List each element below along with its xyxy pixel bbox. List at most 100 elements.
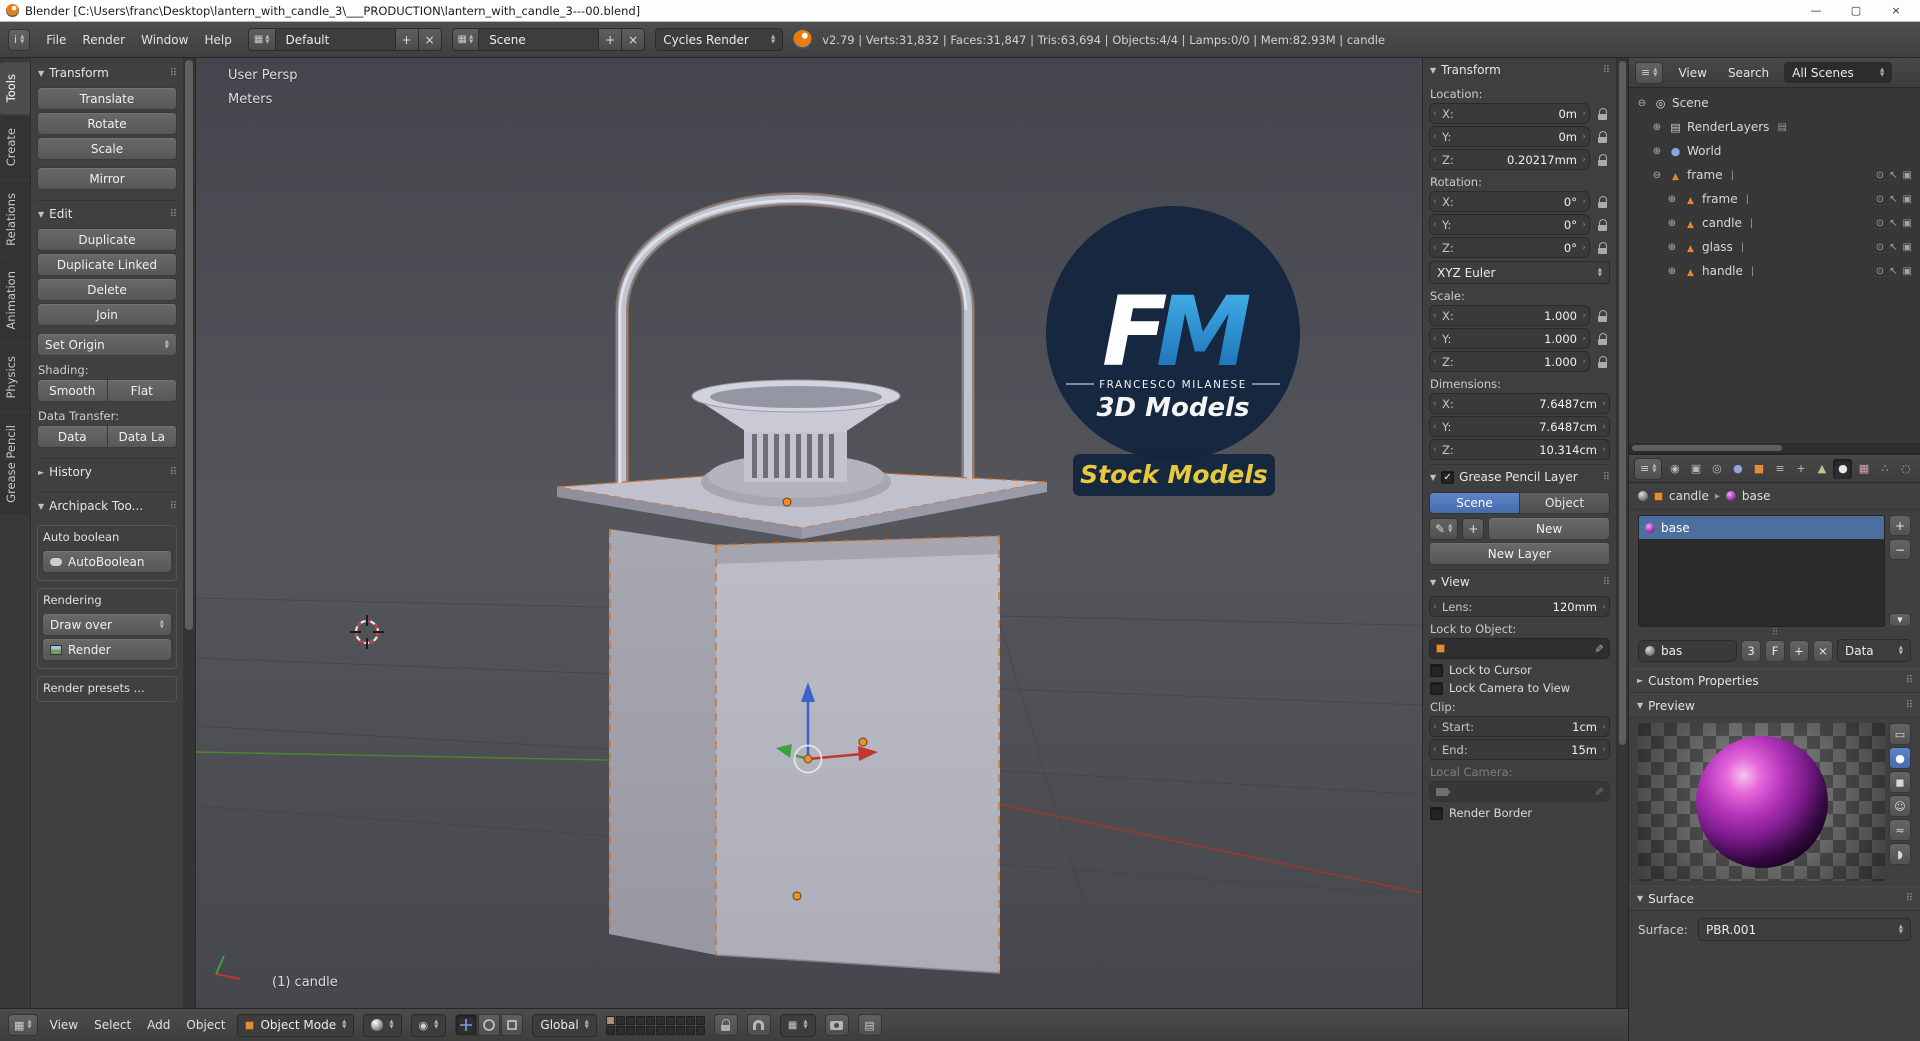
autoboolean-button[interactable]: AutoBoolean xyxy=(42,550,172,573)
preview-flat[interactable]: ▭ xyxy=(1889,723,1911,745)
layer-4-toggle[interactable] xyxy=(635,1015,645,1025)
scale-field[interactable]: ‹ Y: 1.000 › xyxy=(1429,328,1590,349)
tool-shelf-scrollbar[interactable] xyxy=(183,58,195,1008)
outliner-display-dropdown[interactable]: All Scenes ▲ ▼ xyxy=(1784,62,1893,83)
selectability-pointer-icon[interactable]: ↖ xyxy=(1889,218,1897,229)
expander-icon[interactable]: ⊕ xyxy=(1665,242,1679,253)
layer-10-toggle[interactable] xyxy=(695,1015,705,1025)
selectability-pointer-icon[interactable]: ↖ xyxy=(1889,170,1897,181)
expander-icon[interactable]: ⊕ xyxy=(1665,266,1679,277)
scale-field[interactable]: ‹ X: 1.000 › xyxy=(1429,305,1590,326)
3d-viewport[interactable]: F M FRANCESCO MILANESE 3D Models Stock M… xyxy=(196,58,1628,1008)
panel-grip-icon[interactable]: ⠿ xyxy=(1603,577,1610,588)
transform-tool-button[interactable]: Rotate xyxy=(37,112,177,135)
datablock-link-dropdown[interactable]: Data ▲ ▼ xyxy=(1837,639,1911,662)
lock-camera-checkbox[interactable]: Lock Camera to View xyxy=(1430,681,1609,695)
material-slot-row[interactable]: base xyxy=(1639,516,1884,539)
layer-5-toggle[interactable] xyxy=(645,1015,655,1025)
snap-element-dropdown[interactable]: ▦ ▲ ▼ xyxy=(779,1013,816,1037)
layer-8-toggle[interactable] xyxy=(675,1015,685,1025)
shade-smooth-button[interactable]: Smooth xyxy=(37,379,108,402)
delete-scene-button[interactable]: × xyxy=(622,28,646,51)
panel-grip-icon[interactable]: ⠿ xyxy=(1906,893,1913,904)
preview-hair[interactable]: ≈ xyxy=(1889,819,1911,841)
visibility-eye-icon[interactable]: ⊙ xyxy=(1876,194,1884,205)
viewport-menu-item[interactable]: Object xyxy=(183,1016,228,1034)
panel-grip-icon[interactable]: ⠿ xyxy=(1906,675,1913,686)
outliner-editor-type-button[interactable]: ≡ ▲ ▼ xyxy=(1635,61,1664,84)
surface-panel-header[interactable]: ▼ Surface ⠿ xyxy=(1629,886,1920,911)
manipulator-rotate-button[interactable] xyxy=(478,1014,501,1036)
draw-over-dropdown[interactable]: Draw over ▲ ▼ xyxy=(42,613,172,636)
increment-arrow[interactable]: › xyxy=(1582,150,1586,169)
shelf-tab[interactable]: Animation xyxy=(0,259,30,343)
panel-grip-icon[interactable]: ⠿ xyxy=(170,68,177,79)
viewport-menu-item[interactable]: Select xyxy=(91,1016,134,1034)
increment-arrow[interactable]: › xyxy=(1582,238,1586,257)
orientation-dropdown[interactable]: Global ▲ ▼ xyxy=(532,1013,597,1037)
layer-1-toggle[interactable] xyxy=(605,1015,615,1025)
rotation-field[interactable]: ‹ X: 0° › xyxy=(1429,191,1590,212)
shelf-tab[interactable]: Physics xyxy=(0,344,30,411)
expander-icon[interactable]: ⊕ xyxy=(1650,146,1664,157)
transform-tool-button[interactable]: Scale xyxy=(37,137,177,160)
outliner-row[interactable]: ⊕ RenderLayers | ▤ ⊙ ↖ ▣ xyxy=(1629,115,1920,139)
decrement-arrow[interactable]: ‹ xyxy=(1433,127,1437,146)
expander-icon[interactable]: ⊖ xyxy=(1650,170,1664,181)
add-slot-button[interactable]: + xyxy=(1889,515,1911,536)
shelf-tab[interactable]: Grease Pencil xyxy=(0,412,30,515)
edit-panel-header[interactable]: ▼ Edit ⠿ xyxy=(37,204,177,226)
transform-tool-button[interactable]: Translate xyxy=(37,87,177,110)
tab-render-layers[interactable]: ▣ xyxy=(1686,459,1705,479)
visibility-eye-icon[interactable]: ⊙ xyxy=(1876,218,1884,229)
transform-properties-header[interactable]: ▼ Transform ⠿ xyxy=(1429,60,1610,82)
viewport-menu-item[interactable]: View xyxy=(47,1016,81,1034)
snap-toggle-button[interactable] xyxy=(746,1014,771,1036)
gp-scene-tab[interactable]: Scene xyxy=(1429,492,1520,514)
slot-specials-button[interactable]: ▼ xyxy=(1889,613,1911,627)
gp-object-tab[interactable]: Object xyxy=(1520,492,1610,514)
layer-9-toggle[interactable] xyxy=(685,1015,695,1025)
view-panel-header[interactable]: ▼ View ⠿ xyxy=(1429,572,1610,594)
delete-screen-button[interactable]: × xyxy=(418,28,442,51)
lock-toggle-button[interactable] xyxy=(1594,130,1610,143)
clip-end-field[interactable]: ‹ End: 15m › xyxy=(1429,739,1610,760)
menu-item[interactable]: Window xyxy=(135,30,194,50)
panel-grip-icon[interactable]: ⠿ xyxy=(170,467,177,478)
maximize-button[interactable]: ▢ xyxy=(1836,0,1876,21)
tab-modifiers[interactable]: + xyxy=(1791,459,1810,479)
layer-15-toggle[interactable] xyxy=(645,1025,655,1035)
decrement-arrow[interactable]: ‹ xyxy=(1433,150,1437,169)
render-border-checkbox[interactable]: Render Border xyxy=(1430,806,1609,820)
increment-arrow[interactable]: › xyxy=(1582,215,1586,234)
eyedropper-icon[interactable]: ✎ xyxy=(1592,644,1605,653)
location-field[interactable]: ‹ X: 0m › xyxy=(1429,103,1590,124)
eyedropper-icon[interactable]: ✎ xyxy=(1592,787,1605,796)
layer-20-toggle[interactable] xyxy=(695,1025,705,1035)
lock-toggle-button[interactable] xyxy=(1594,153,1610,166)
menu-item[interactable]: Render xyxy=(76,30,131,50)
layer-3-toggle[interactable] xyxy=(625,1015,635,1025)
panel-grip-icon[interactable]: ⠿ xyxy=(170,209,177,220)
gp-add-button[interactable]: + xyxy=(1462,517,1485,540)
visibility-eye-icon[interactable]: ⊙ xyxy=(1876,242,1884,253)
users-count-button[interactable]: 3 xyxy=(1741,639,1761,662)
scene-name[interactable]: Scene xyxy=(479,28,600,51)
set-origin-dropdown[interactable]: Set Origin ▲ ▼ xyxy=(37,333,177,356)
decrement-arrow[interactable]: ‹ xyxy=(1433,717,1437,736)
info-editor-type-button[interactable]: i ▲ ▼ xyxy=(8,28,31,51)
decrement-arrow[interactable]: ‹ xyxy=(1433,394,1437,413)
data-layout-button[interactable]: Data La xyxy=(107,425,177,448)
shelf-tab[interactable]: Relations xyxy=(0,180,30,258)
layer-14-toggle[interactable] xyxy=(635,1025,645,1035)
decrement-arrow[interactable]: ‹ xyxy=(1433,329,1437,348)
add-scene-button[interactable]: + xyxy=(599,28,623,51)
preview-sphere[interactable]: ● xyxy=(1889,747,1911,769)
panel-grip-icon[interactable]: ⠿ xyxy=(170,501,177,512)
edit-tool-button[interactable]: Join xyxy=(37,303,177,326)
renderability-camera-icon[interactable]: ▣ xyxy=(1903,170,1912,181)
renderability-camera-icon[interactable]: ▣ xyxy=(1903,218,1912,229)
gp-new-layer-button[interactable]: New Layer xyxy=(1429,542,1610,565)
edit-tool-button[interactable]: Duplicate Linked xyxy=(37,253,177,276)
location-field[interactable]: ‹ Z: 0.20217mm › xyxy=(1429,149,1590,170)
